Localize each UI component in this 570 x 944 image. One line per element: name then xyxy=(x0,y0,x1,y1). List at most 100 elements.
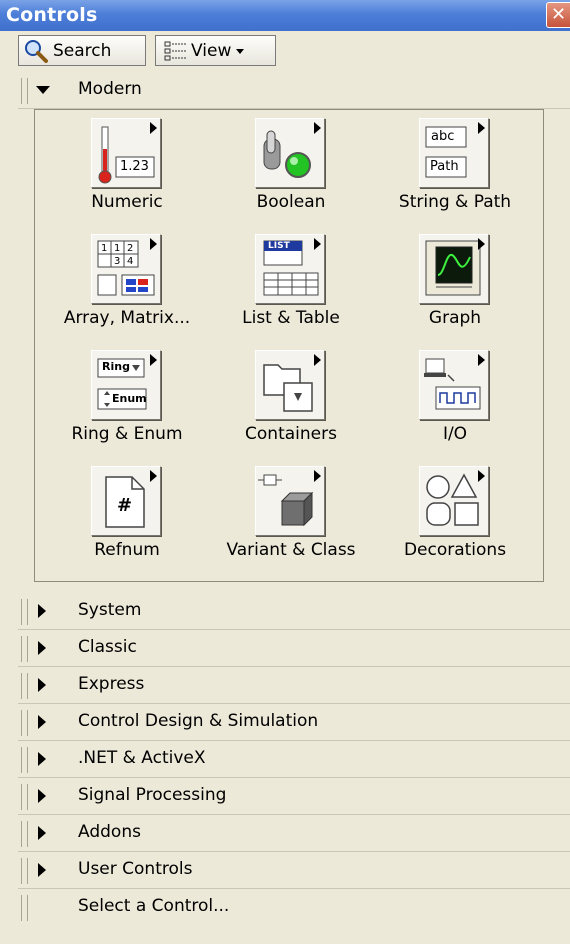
collapsed-triangle-icon xyxy=(38,715,46,729)
search-button[interactable]: Search xyxy=(18,35,146,66)
chevron-down-icon xyxy=(236,48,245,54)
drag-grip[interactable] xyxy=(21,78,28,104)
refnum-icon-text: # xyxy=(117,495,133,516)
category-express[interactable]: Express xyxy=(18,667,570,704)
category-label: User Controls xyxy=(78,859,193,879)
list-table-icon: LIST xyxy=(255,234,325,304)
palette-item-io[interactable]: I/O xyxy=(375,344,535,462)
window-title: Controls xyxy=(6,4,98,26)
category-dotnet-activex[interactable]: .NET & ActiveX xyxy=(18,741,570,778)
numeric-icon-text: 1.23 xyxy=(120,159,149,174)
submenu-arrow-icon xyxy=(150,470,157,482)
list-icon-text: LIST xyxy=(268,241,290,251)
drag-grip[interactable] xyxy=(21,895,28,921)
collapsed-triangle-icon xyxy=(38,752,46,766)
item-label: Graph xyxy=(428,308,482,328)
item-label: Array, Matrix... xyxy=(63,308,191,328)
category-label: Control Design & Simulation xyxy=(78,711,319,731)
item-label: List & Table xyxy=(242,308,340,328)
item-label: I/O xyxy=(442,424,468,444)
enum-icon-text: Enum xyxy=(112,392,147,405)
submenu-arrow-icon xyxy=(314,122,321,134)
palette-item-variant-class[interactable]: Variant & Class xyxy=(211,460,371,578)
palette-item-containers[interactable]: Containers xyxy=(211,344,371,462)
svg-text:2: 2 xyxy=(127,243,133,254)
drag-grip[interactable] xyxy=(21,599,28,625)
refnum-icon: # xyxy=(91,466,161,536)
drag-grip[interactable] xyxy=(21,747,28,773)
category-label: Modern xyxy=(78,79,142,99)
collapsed-triangle-icon xyxy=(38,789,46,803)
palette-item-boolean[interactable]: Boolean xyxy=(211,112,371,230)
view-button[interactable]: View xyxy=(155,35,276,66)
io-icon xyxy=(419,350,489,420)
collapsed-triangle-icon xyxy=(38,826,46,840)
array-matrix-icon: 1 1 2 3 4 xyxy=(91,234,161,304)
item-label: Boolean xyxy=(256,192,326,212)
palette-item-string-path[interactable]: abc Path String & Path xyxy=(375,112,535,230)
containers-icon xyxy=(255,350,325,420)
string-path-icon: abc Path xyxy=(419,118,489,188)
category-label: .NET & ActiveX xyxy=(78,748,206,768)
item-label: String & Path xyxy=(398,192,512,212)
category-classic[interactable]: Classic xyxy=(18,630,570,667)
title-bar: Controls ✕ xyxy=(0,0,570,31)
category-label: Express xyxy=(78,674,145,694)
submenu-arrow-icon xyxy=(314,470,321,482)
decorations-icon xyxy=(419,466,489,536)
variant-class-icon xyxy=(255,466,325,536)
item-label: Numeric xyxy=(91,192,163,212)
palette-item-decorations[interactable]: Decorations xyxy=(375,460,535,578)
category-label: Classic xyxy=(78,637,137,657)
collapsed-triangle-icon xyxy=(38,641,46,655)
category-addons[interactable]: Addons xyxy=(18,815,570,852)
view-list-icon xyxy=(164,41,187,60)
controls-palette: Modern 1.23 Numeric Boolean abc Path Str… xyxy=(18,72,570,944)
palette-item-ring-enum[interactable]: Ring Enum Ring & Enum xyxy=(47,344,207,462)
palette-item-list-table[interactable]: LIST List & Table xyxy=(211,228,371,346)
drag-grip[interactable] xyxy=(21,710,28,736)
abc-icon-text: abc xyxy=(431,129,455,144)
drag-grip[interactable] xyxy=(21,784,28,810)
submenu-arrow-icon xyxy=(150,354,157,366)
submenu-arrow-icon xyxy=(478,470,485,482)
category-system[interactable]: System xyxy=(18,593,570,630)
palette-item-numeric[interactable]: 1.23 Numeric xyxy=(47,112,207,230)
drag-grip[interactable] xyxy=(21,673,28,699)
palette-item-array-matrix[interactable]: 1 1 2 3 4 Array, Matrix... xyxy=(47,228,207,346)
collapsed-triangle-icon xyxy=(38,678,46,692)
category-user-controls[interactable]: User Controls xyxy=(18,852,570,889)
category-label: Addons xyxy=(78,822,141,842)
close-icon[interactable]: ✕ xyxy=(546,2,570,28)
palette-item-graph[interactable]: Graph xyxy=(375,228,535,346)
graph-icon xyxy=(419,234,489,304)
numeric-icon: 1.23 xyxy=(91,118,161,188)
magnifier-icon xyxy=(25,39,48,63)
drag-grip[interactable] xyxy=(21,858,28,884)
svg-text:1: 1 xyxy=(101,243,107,254)
select-a-control[interactable]: Select a Control... xyxy=(18,889,570,926)
search-button-label: Search xyxy=(53,40,112,61)
svg-text:1: 1 xyxy=(114,243,120,254)
item-label: Variant & Class xyxy=(226,540,356,560)
category-modern[interactable]: Modern xyxy=(18,72,570,109)
select-control-label: Select a Control... xyxy=(78,896,230,916)
submenu-arrow-icon xyxy=(314,238,321,250)
collapsed-triangle-icon xyxy=(38,604,46,618)
drag-grip[interactable] xyxy=(21,636,28,662)
item-label: Refnum xyxy=(94,540,160,560)
toolbar: Search View xyxy=(0,31,570,71)
submenu-arrow-icon xyxy=(314,354,321,366)
svg-text:4: 4 xyxy=(127,256,133,267)
submenu-arrow-icon xyxy=(478,238,485,250)
category-label: Signal Processing xyxy=(78,785,227,805)
palette-item-refnum[interactable]: # Refnum xyxy=(47,460,207,578)
expanded-triangle-icon xyxy=(36,86,50,94)
ring-enum-icon: Ring Enum xyxy=(91,350,161,420)
drag-grip[interactable] xyxy=(21,821,28,847)
category-control-design-simulation[interactable]: Control Design & Simulation xyxy=(18,704,570,741)
item-label: Ring & Enum xyxy=(71,424,183,444)
category-signal-processing[interactable]: Signal Processing xyxy=(18,778,570,815)
svg-text:3: 3 xyxy=(114,256,120,267)
submenu-arrow-icon xyxy=(478,354,485,366)
